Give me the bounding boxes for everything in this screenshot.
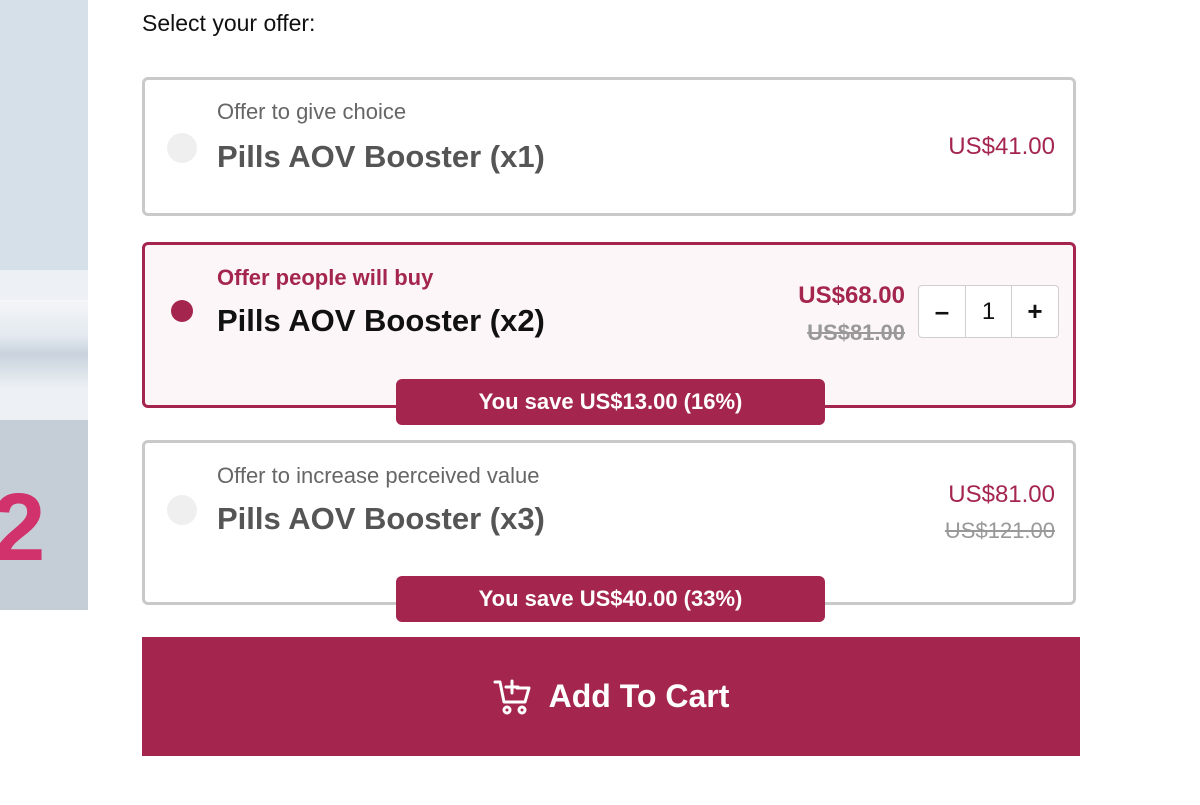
product-image: 2 (0, 0, 88, 610)
quantity-increase-button[interactable]: + (1012, 286, 1058, 337)
image-number: 2 (0, 474, 46, 581)
offer-compare-price: US$121.00 (944, 518, 1055, 543)
offer-radio-2-selected[interactable] (171, 300, 193, 322)
offer-title: Pills AOV Booster (x3) (217, 501, 545, 536)
offer-heading: Select your offer: (142, 10, 316, 36)
savings-badge: You save US$40.00 (33%) (396, 576, 825, 622)
image-pill-band (0, 300, 88, 390)
offer-title: Pills AOV Booster (x1) (217, 139, 545, 174)
offer-subtitle: Offer to give choice (217, 99, 407, 124)
quantity-input[interactable]: 1 (965, 286, 1012, 337)
offer-subtitle: Offer people will buy (217, 265, 434, 290)
quantity-stepper: – 1 + (918, 285, 1059, 338)
add-to-cart-button[interactable]: Add To Cart (142, 637, 1080, 756)
offer-radio-1[interactable] (167, 133, 197, 163)
add-to-cart-label: Add To Cart (548, 678, 730, 714)
offer-price: US$81.00 (948, 481, 1055, 508)
offer-radio-3[interactable] (167, 495, 197, 525)
offer-price: US$68.00 (798, 282, 905, 309)
offer-option-1[interactable]: Offer to give choice Pills AOV Booster (… (142, 77, 1076, 216)
offer-price: US$41.00 (948, 133, 1055, 160)
quantity-decrease-button[interactable]: – (919, 286, 965, 337)
offer-compare-price: US$81.00 (807, 320, 905, 345)
offer-subtitle: Offer to increase perceived value (217, 463, 540, 488)
savings-badge: You save US$13.00 (16%) (396, 379, 825, 425)
cart-plus-icon (493, 679, 531, 714)
offer-title: Pills AOV Booster (x2) (217, 303, 545, 338)
